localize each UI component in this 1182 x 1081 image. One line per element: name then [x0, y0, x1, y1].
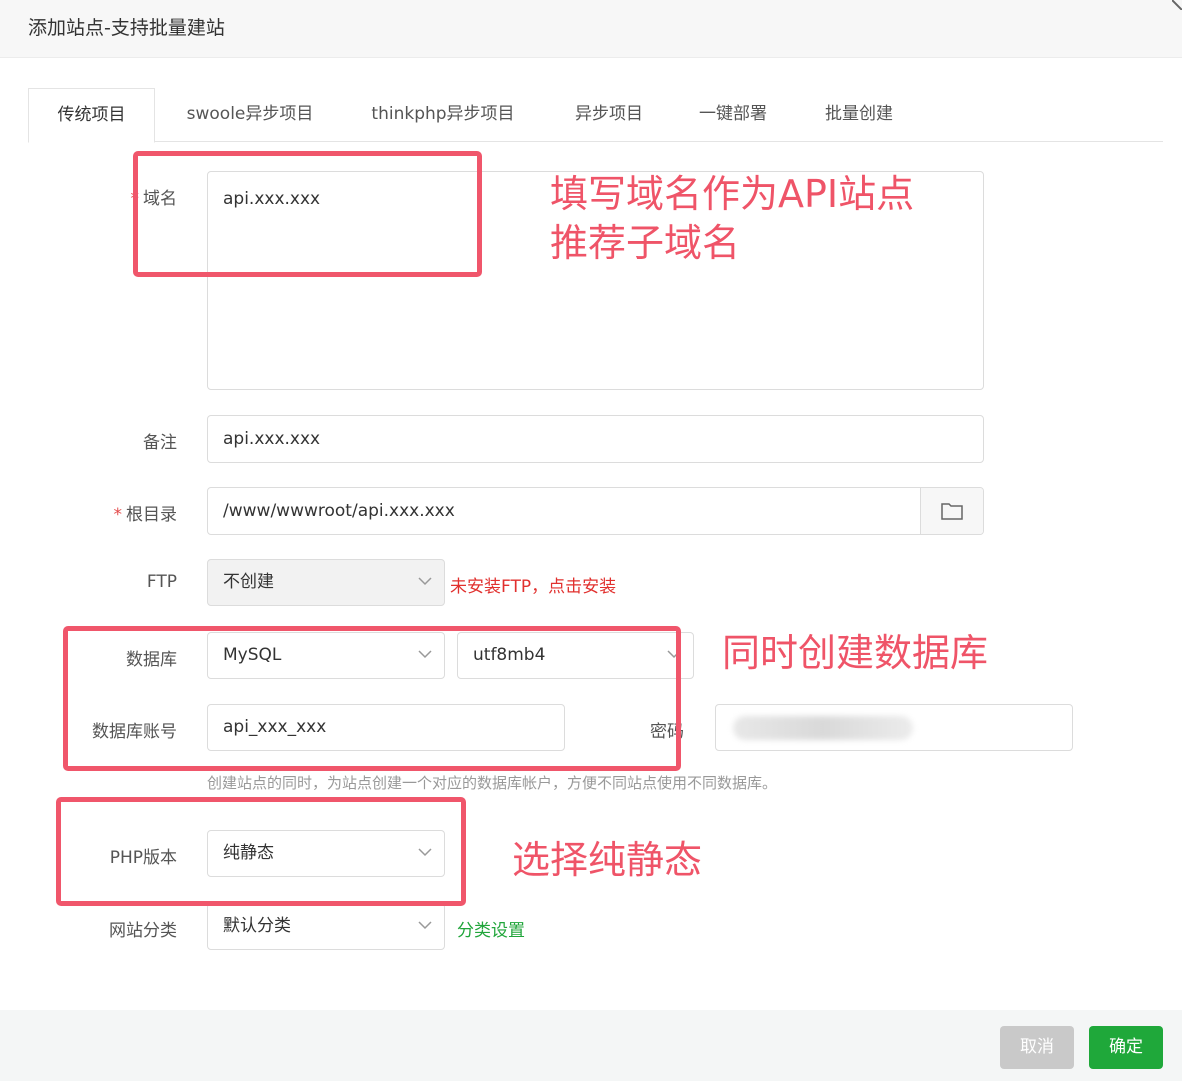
- cancel-button[interactable]: 取消: [1000, 1026, 1074, 1069]
- category-settings-link[interactable]: 分类设置: [457, 916, 525, 941]
- root-input[interactable]: /www/wwwroot/api.xxx.xxx: [207, 487, 984, 535]
- tab-thinkphp[interactable]: thinkphp异步项目: [362, 88, 524, 140]
- annotation-database: 同时创建数据库: [722, 631, 989, 675]
- tab-one-click-deploy[interactable]: 一键部署: [690, 88, 776, 140]
- remark-value: api.xxx.xxx: [223, 429, 321, 449]
- annotation-box-domain: [133, 151, 482, 277]
- ftp-select[interactable]: 不创建: [207, 559, 445, 606]
- category-value: 默认分类: [223, 916, 291, 936]
- root-value: /www/wwwroot/api.xxx.xxx: [223, 501, 455, 521]
- chevron-down-icon: [418, 577, 432, 586]
- annotation-box-php: [56, 797, 466, 906]
- tab-batch-create[interactable]: 批量创建: [816, 88, 902, 140]
- tab-traditional[interactable]: 传统项目: [28, 88, 155, 143]
- dialog-footer: 取消 确定: [0, 1010, 1182, 1081]
- ftp-label: FTP: [146, 572, 177, 592]
- dialog-header: 添加站点-支持批量建站: [0, 0, 1182, 58]
- ftp-install-link[interactable]: 未安装FTP，点击安装: [450, 572, 616, 597]
- category-select[interactable]: 默认分类: [207, 903, 445, 950]
- blurred-password: [733, 716, 913, 740]
- annotation-domain-line2: 推荐子域名: [550, 221, 741, 265]
- dialog-title: 添加站点-支持批量建站: [28, 17, 225, 39]
- annotation-domain-line1: 填写域名作为API站点: [550, 172, 915, 216]
- annotation-box-database: [63, 626, 681, 771]
- project-type-tabs: 传统项目 swoole异步项目 thinkphp异步项目 异步项目 一键部署 批…: [28, 88, 1163, 143]
- folder-icon: [941, 503, 963, 520]
- ftp-value: 不创建: [223, 572, 274, 592]
- database-hint: 创建站点的同时，为站点创建一个对应的数据库帐户，方便不同站点使用不同数据库。: [207, 774, 778, 792]
- remark-label: 备注: [143, 433, 177, 453]
- root-label: * 根目录: [113, 505, 178, 525]
- confirm-button[interactable]: 确定: [1089, 1026, 1163, 1069]
- category-label: 网站分类: [109, 921, 177, 941]
- tab-swoole[interactable]: swoole异步项目: [174, 88, 326, 140]
- folder-button[interactable]: [920, 488, 983, 534]
- annotation-php: 选择纯静态: [512, 838, 703, 882]
- chevron-down-icon: [418, 921, 432, 930]
- remark-input[interactable]: api.xxx.xxx: [207, 415, 984, 463]
- tab-async[interactable]: 异步项目: [566, 88, 652, 140]
- close-icon[interactable]: [1172, 0, 1182, 10]
